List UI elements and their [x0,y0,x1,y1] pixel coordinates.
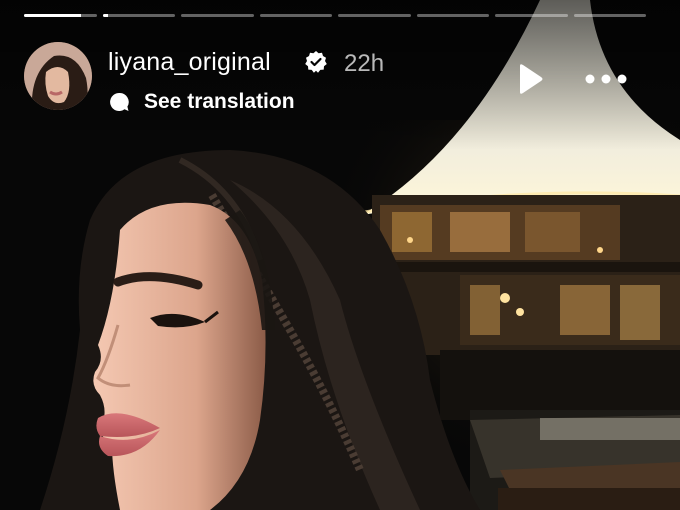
progress-segment [573,14,646,17]
progress-segment [338,14,411,17]
more-options-icon[interactable] [582,64,630,94]
progress-fill [102,14,108,17]
timestamp: 22h [344,50,385,77]
progress-segment [24,14,97,17]
story-header: liyana_original 22h See translation [24,42,664,118]
play-icon[interactable] [512,62,546,96]
username[interactable]: liyana_original [108,48,271,77]
see-translation-label: See translation [144,90,295,113]
progress-fill [24,14,81,17]
story-viewer: liyana_original 22h See translation [0,0,680,510]
progress-segment [416,14,489,17]
progress-segment [102,14,175,17]
progress-segment [181,14,254,17]
verified-badge-icon [305,51,327,73]
progress-segment [495,14,568,17]
speech-bubble-icon [110,92,129,111]
see-translation-button[interactable]: See translation [108,88,295,116]
progress-segment [259,14,332,17]
story-progress-bar [24,14,646,18]
avatar[interactable] [24,42,92,110]
